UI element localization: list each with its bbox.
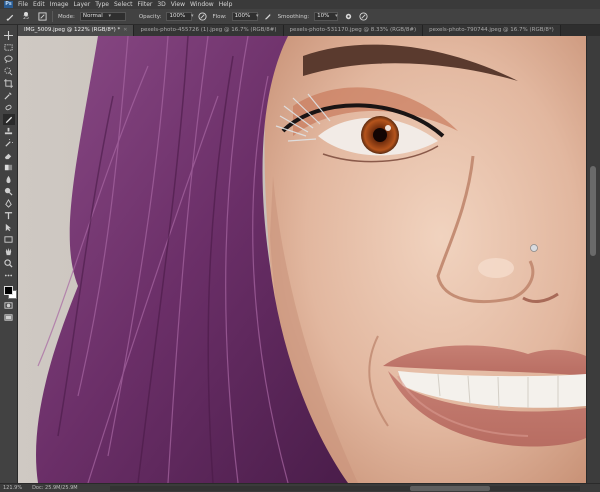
move-icon[interactable] (3, 30, 15, 41)
path-select-icon[interactable] (3, 222, 15, 233)
lasso-icon[interactable] (3, 54, 15, 65)
scrollbar-thumb[interactable] (590, 166, 596, 256)
rectangle-icon[interactable] (3, 234, 15, 245)
menu-3d[interactable]: 3D (157, 0, 165, 9)
smoothing-value: 10% (317, 13, 330, 19)
brush-settings-icon[interactable] (37, 12, 47, 22)
flow-value: 100% (234, 13, 251, 19)
crop-icon[interactable] (3, 78, 15, 89)
brush-preset-icon[interactable] (5, 12, 15, 22)
menu-file[interactable]: File (18, 0, 28, 9)
foreground-color-swatch[interactable] (3, 286, 13, 295)
zoom-icon[interactable] (3, 258, 15, 269)
portrait-photo (18, 36, 586, 483)
scrollbar-thumb[interactable] (410, 486, 490, 491)
brush-size-value: 25 (23, 16, 29, 21)
document-tab[interactable]: pexels-photo-455726 (1).jpeg @ 16.7% (RG… (134, 25, 284, 36)
menu-help[interactable]: Help (219, 0, 233, 9)
more-icon[interactable] (3, 270, 15, 281)
hand-icon[interactable] (3, 246, 15, 257)
smoothing-label: Smoothing: (277, 13, 310, 20)
document-tab-label: pexels-photo-455726 (1).jpeg @ 16.7% (RG… (140, 27, 277, 33)
menu-layer[interactable]: Layer (73, 0, 90, 9)
flow-label: Flow: (212, 13, 227, 20)
menu-view[interactable]: View (171, 0, 185, 9)
history-brush-icon[interactable] (3, 138, 15, 149)
document-tab[interactable]: pexels-photo-790744.jpeg @ 16.7% (RGB/8*… (423, 25, 561, 36)
pressure-size-icon[interactable] (358, 12, 368, 22)
menu-window[interactable]: Window (190, 0, 214, 9)
mode-label: Mode: (58, 13, 75, 20)
menu-filter[interactable]: Filter (138, 0, 153, 9)
horizontal-scrollbar[interactable] (110, 486, 580, 491)
quick-select-icon[interactable] (3, 66, 15, 77)
document-size[interactable]: Doc: 25.9M/25.9M (32, 485, 78, 491)
opacity-field[interactable]: 100% (166, 12, 193, 21)
document-tab[interactable]: pexels-photo-531170.jpeg @ 8.33% (RGB/8#… (283, 25, 424, 36)
mode-value: Normal (82, 13, 103, 19)
menu-select[interactable]: Select (114, 0, 133, 9)
document-tab-label: pexels-photo-531170.jpeg @ 8.33% (RGB/8#… (289, 27, 417, 33)
color-swatches[interactable] (3, 285, 17, 299)
document-tab-label: IMG_5009.jpeg @ 122% (RGB/8*) * (24, 27, 121, 33)
document-tab-bar: IMG_5009.jpeg @ 122% (RGB/8*) * ✕ pexels… (18, 25, 600, 36)
document-tab-label: pexels-photo-790744.jpeg @ 16.7% (RGB/8*… (429, 27, 554, 33)
pen-icon[interactable] (3, 198, 15, 209)
stamp-icon[interactable] (3, 126, 15, 137)
airbrush-icon[interactable] (263, 12, 273, 22)
healing-icon[interactable] (3, 102, 15, 113)
menu-image[interactable]: Image (50, 0, 69, 9)
menu-bar: Ps File Edit Image Layer Type Select Fil… (0, 0, 600, 9)
menu-type[interactable]: Type (95, 0, 109, 9)
mode-select[interactable]: Normal (79, 12, 126, 21)
photoshop-logo: Ps (4, 1, 13, 8)
eyedropper-icon[interactable] (3, 90, 15, 101)
eraser-icon[interactable] (3, 150, 15, 161)
quick-mask-icon[interactable] (3, 300, 15, 311)
separator (52, 11, 53, 22)
dodge-icon[interactable] (3, 186, 15, 197)
gear-icon[interactable] (343, 12, 353, 22)
zoom-level[interactable]: 121.9% (3, 485, 22, 491)
type-icon[interactable] (3, 210, 15, 221)
gradient-icon[interactable] (3, 162, 15, 173)
brush-size-picker[interactable]: 25 (20, 12, 32, 22)
pressure-opacity-icon[interactable] (197, 12, 207, 22)
opacity-value: 100% (169, 13, 186, 19)
brush-icon[interactable] (2, 114, 15, 125)
blur-icon[interactable] (3, 174, 15, 185)
menu-edit[interactable]: Edit (33, 0, 45, 9)
flow-field[interactable]: 100% (231, 12, 258, 21)
document-tab[interactable]: IMG_5009.jpeg @ 122% (RGB/8*) * ✕ (18, 25, 135, 36)
vertical-scrollbar[interactable] (586, 36, 600, 483)
options-bar: 25 Mode: Normal Opacity: 100% Flow: 100%… (0, 9, 600, 25)
smoothing-field[interactable]: 10% (314, 12, 339, 21)
opacity-label: Opacity: (138, 13, 162, 20)
status-bar: 121.9% Doc: 25.9M/25.9M (0, 483, 600, 492)
tools-panel (0, 25, 18, 483)
screen-mode-icon[interactable] (3, 312, 15, 323)
marquee-icon[interactable] (3, 42, 15, 53)
close-icon[interactable]: ✕ (123, 25, 127, 36)
document-canvas[interactable] (18, 36, 586, 483)
